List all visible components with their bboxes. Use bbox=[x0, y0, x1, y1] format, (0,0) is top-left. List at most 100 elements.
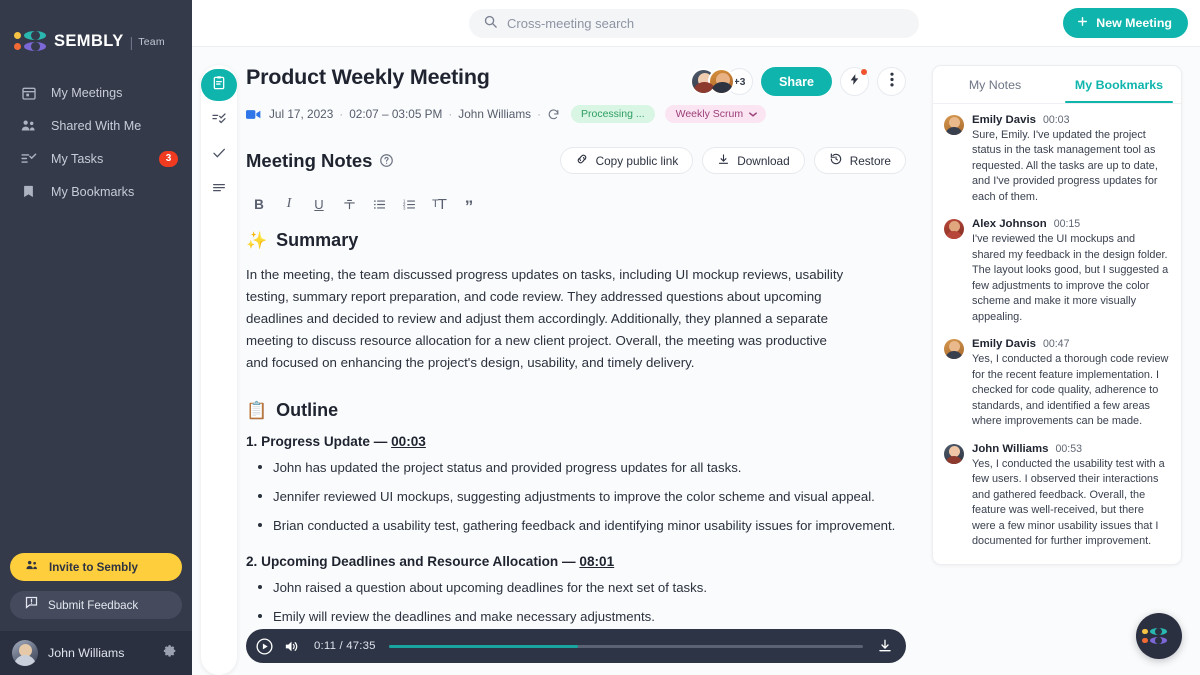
formatting-toolbar: B I U 1 2 3 T T ” bbox=[246, 192, 906, 216]
list-item[interactable]: Emily Davis 00:47 Yes, I conducted a tho… bbox=[944, 338, 1170, 429]
list-item[interactable]: Alex Johnson 00:15 I've reviewed the UI … bbox=[944, 218, 1170, 325]
copy-public-link-button[interactable]: Copy public link bbox=[559, 147, 694, 174]
new-meeting-button[interactable]: New Meeting bbox=[1063, 8, 1188, 38]
bookmark-author: Emily Davis bbox=[972, 114, 1036, 126]
invite-to-sembly-button[interactable]: Invite to Sembly bbox=[10, 553, 182, 581]
submit-feedback-button[interactable]: Submit Feedback bbox=[10, 591, 182, 619]
sembly-logo-icon bbox=[1142, 627, 1176, 645]
new-meeting-label: New Meeting bbox=[1096, 16, 1172, 30]
audio-player-wrap: 0:11 / 47:35 bbox=[246, 629, 906, 675]
current-user-row[interactable]: John Williams bbox=[0, 631, 192, 675]
meta-separator: · bbox=[537, 107, 541, 121]
sparkle-icon: ✨ bbox=[246, 230, 268, 250]
list-item[interactable]: Emily Davis 00:03 Sure, Emily. I've upda… bbox=[944, 114, 1170, 205]
section-rail bbox=[192, 47, 246, 675]
clipboard-icon: 📋 bbox=[246, 400, 268, 420]
task-list-icon bbox=[19, 149, 38, 168]
download-audio-button[interactable] bbox=[877, 638, 893, 654]
section-dash: — bbox=[373, 434, 388, 450]
outline-section: 2. Upcoming Deadlines and Resource Alloc… bbox=[246, 554, 906, 627]
sidebar-item-my-bookmarks[interactable]: My Bookmarks bbox=[0, 175, 192, 208]
plus-icon bbox=[1076, 15, 1089, 31]
avatar bbox=[12, 640, 38, 666]
more-options-button[interactable] bbox=[877, 67, 906, 96]
section-timestamp[interactable]: 08:01 bbox=[579, 554, 614, 569]
quote-icon[interactable]: ” bbox=[456, 192, 482, 216]
notes-heading: Meeting Notes bbox=[246, 149, 373, 171]
share-button[interactable]: Share bbox=[760, 67, 832, 96]
topbar: New Meeting bbox=[192, 0, 1200, 47]
bookmark-timestamp[interactable]: 00:47 bbox=[1043, 338, 1070, 350]
restore-button[interactable]: Restore bbox=[813, 147, 906, 174]
progress-scrubber[interactable] bbox=[388, 644, 863, 648]
bullet-list-icon[interactable] bbox=[366, 192, 392, 216]
outline-bullet-list: John has updated the project status and … bbox=[246, 458, 906, 535]
invite-label: Invite to Sembly bbox=[49, 560, 138, 574]
section-title: Progress Update bbox=[261, 434, 370, 450]
download-icon bbox=[717, 153, 730, 169]
bold-icon[interactable]: B bbox=[246, 192, 272, 216]
search-input[interactable] bbox=[507, 16, 905, 31]
avatar bbox=[944, 339, 964, 360]
people-icon bbox=[19, 116, 38, 135]
meeting-metadata: Jul 17, 2023 · 02:07 – 03:05 PM · John W… bbox=[246, 105, 906, 123]
feedback-chat-icon bbox=[24, 595, 39, 615]
rail-item-tasks[interactable] bbox=[201, 104, 237, 136]
participant-avatars[interactable]: +3 bbox=[689, 68, 753, 95]
meeting-document: Product Weekly Meeting +3 Share Jul 17, … bbox=[246, 47, 932, 675]
svg-text:3: 3 bbox=[402, 205, 405, 210]
gear-icon[interactable] bbox=[162, 643, 178, 664]
avatar bbox=[944, 443, 964, 464]
meeting-owner: John Williams bbox=[458, 107, 532, 121]
sidebar-item-label: Shared With Me bbox=[51, 118, 142, 133]
list-item: John has updated the project status and … bbox=[246, 458, 906, 478]
rail-item-check[interactable] bbox=[201, 139, 237, 171]
sembly-assistant-button[interactable] bbox=[1136, 613, 1182, 659]
tab-my-notes[interactable]: My Notes bbox=[933, 66, 1057, 103]
meeting-header: Product Weekly Meeting +3 Share bbox=[246, 65, 906, 96]
ai-actions-button[interactable] bbox=[840, 67, 869, 96]
recurring-icon bbox=[547, 108, 560, 121]
meeting-tag-dropdown[interactable]: Weekly Scrum bbox=[664, 105, 767, 123]
volume-button[interactable] bbox=[283, 638, 300, 655]
italic-icon[interactable]: I bbox=[276, 192, 302, 216]
tab-my-bookmarks[interactable]: My Bookmarks bbox=[1057, 66, 1181, 103]
sidebar-item-shared-with-me[interactable]: Shared With Me bbox=[0, 109, 192, 142]
download-button[interactable]: Download bbox=[702, 147, 805, 174]
sidebar-item-my-tasks[interactable]: My Tasks 3 bbox=[0, 142, 192, 175]
help-circle-icon[interactable] bbox=[379, 153, 394, 168]
font-size-icon[interactable]: TT bbox=[426, 192, 452, 216]
sidebar-item-my-meetings[interactable]: My Meetings bbox=[0, 76, 192, 109]
app-root: SEMBLY | Team My Meetings Shared With Me… bbox=[0, 0, 1200, 675]
list-item: Jennifer reviewed UI mockups, suggesting… bbox=[246, 487, 906, 507]
outline-section-heading: 2. Upcoming Deadlines and Resource Alloc… bbox=[246, 554, 906, 569]
section-number: 2. bbox=[246, 553, 258, 569]
search-box[interactable] bbox=[469, 9, 919, 38]
sidebar-nav: My Meetings Shared With Me My Tasks 3 My… bbox=[0, 76, 192, 208]
lightning-icon bbox=[848, 73, 861, 91]
bookmark-timestamp[interactable]: 00:53 bbox=[1055, 443, 1082, 455]
notes-content: ✨ Summary In the meeting, the team discu… bbox=[246, 230, 906, 629]
list-item[interactable]: John Williams 00:53 Yes, I conducted the… bbox=[944, 443, 1170, 550]
meta-separator: · bbox=[448, 107, 453, 121]
bookmark-text: I've reviewed the UI mockups and shared … bbox=[972, 233, 1169, 323]
button-label: Download bbox=[737, 153, 790, 168]
underline-icon[interactable]: U bbox=[306, 192, 332, 216]
strikethrough-icon[interactable] bbox=[336, 192, 362, 216]
meeting-date: Jul 17, 2023 bbox=[269, 107, 334, 121]
avatar bbox=[707, 68, 735, 95]
brand-logo[interactable]: SEMBLY | Team bbox=[0, 0, 192, 64]
section-timestamp[interactable]: 00:03 bbox=[391, 434, 426, 449]
bookmark-timestamp[interactable]: 00:03 bbox=[1043, 114, 1070, 126]
numbered-list-icon[interactable]: 1 2 3 bbox=[396, 192, 422, 216]
rail-item-transcript[interactable] bbox=[201, 174, 237, 206]
summary-text: In the meeting, the team discussed progr… bbox=[246, 267, 844, 371]
page-title: Product Weekly Meeting bbox=[246, 65, 490, 89]
tag-label: Weekly Scrum bbox=[675, 108, 744, 120]
play-button[interactable] bbox=[255, 637, 274, 656]
bookmark-timestamp[interactable]: 00:15 bbox=[1054, 218, 1081, 230]
search-icon bbox=[483, 14, 498, 34]
brand-name: SEMBLY bbox=[54, 32, 124, 50]
rail-item-notes[interactable] bbox=[201, 69, 237, 101]
bookmark-author: Alex Johnson bbox=[972, 218, 1047, 231]
